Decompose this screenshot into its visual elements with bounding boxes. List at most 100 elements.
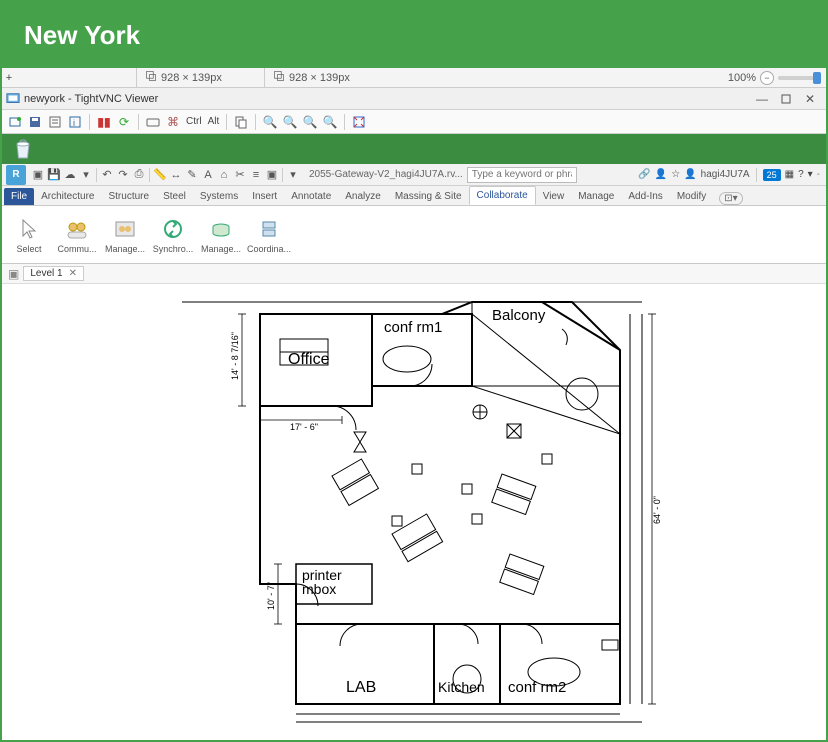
- search-input[interactable]: [467, 167, 577, 183]
- tab-addins[interactable]: Add-Ins: [621, 188, 669, 205]
- text-icon[interactable]: A: [200, 167, 216, 183]
- username-label: hagi4JU7A: [701, 169, 750, 180]
- room-label-office: Office: [288, 351, 330, 368]
- dim-left-2: 10' - 7": [266, 582, 276, 610]
- tab-analyze[interactable]: Analyze: [338, 188, 388, 205]
- tab-insert[interactable]: Insert: [245, 188, 284, 205]
- tab-architecture[interactable]: Architecture: [34, 188, 101, 205]
- help-icon[interactable]: ?: [798, 169, 804, 180]
- banner-title: New York: [24, 20, 140, 51]
- zoom-slider[interactable]: [778, 76, 818, 80]
- dimension-icon[interactable]: ↔: [168, 167, 184, 183]
- zoom-100-icon[interactable]: 🔍: [301, 113, 319, 131]
- thin-lines-icon[interactable]: ≡: [248, 167, 264, 183]
- tab-manage[interactable]: Manage: [571, 188, 621, 205]
- recycle-bin-icon[interactable]: [12, 138, 34, 160]
- save-icon[interactable]: [26, 113, 44, 131]
- tab-steel[interactable]: Steel: [156, 188, 193, 205]
- redo-icon[interactable]: ↷: [115, 167, 131, 183]
- room-label-kitchen: Kitchen: [438, 679, 485, 695]
- tab-structure[interactable]: Structure: [101, 188, 156, 205]
- room-label-printer: printermbox: [302, 567, 342, 597]
- app-switcher-icon[interactable]: ▦: [785, 169, 794, 180]
- switch-windows-icon[interactable]: ▾: [285, 167, 301, 183]
- zoom-in-icon[interactable]: 🔍: [261, 113, 279, 131]
- zoom-fit-icon[interactable]: 🔍: [321, 113, 339, 131]
- cursor-icon: [16, 216, 42, 242]
- sync-icon[interactable]: ☁: [62, 167, 78, 183]
- open-icon[interactable]: ▣: [30, 167, 46, 183]
- select-button[interactable]: Select: [6, 208, 52, 261]
- dim-right: 64' - 0": [652, 496, 662, 524]
- dim-readout-1: 928 × 139px: [136, 68, 264, 87]
- coordinate-button[interactable]: Coordina...: [246, 208, 292, 261]
- manage-models-button[interactable]: Manage...: [198, 208, 244, 261]
- document-name: 2055-Gateway-V2_hagi4JU7A.rv...: [309, 169, 463, 180]
- ribbon-minimize-toggle[interactable]: ⊡▾: [719, 192, 742, 205]
- send-keys-icon[interactable]: ⌘: [164, 113, 182, 131]
- dim-readout-2: 928 × 139px: [264, 68, 392, 87]
- ctrl-key-label[interactable]: Ctrl: [184, 116, 204, 127]
- notification-badge[interactable]: 25: [763, 169, 781, 181]
- room-label-lab: LAB: [346, 679, 376, 696]
- sync-icon: [160, 216, 186, 242]
- save-icon[interactable]: 💾: [46, 167, 62, 183]
- vnc-app-icon: [6, 92, 20, 106]
- close-hidden-icon[interactable]: ▣: [264, 167, 280, 183]
- window-minimize-button[interactable]: —: [750, 90, 774, 108]
- search-go-icon[interactable]: 🔗: [638, 169, 650, 180]
- room-label-balcony: Balcony: [492, 307, 546, 324]
- default3d-icon[interactable]: ⌂: [216, 167, 232, 183]
- tab-collaborate[interactable]: Collaborate: [469, 186, 536, 205]
- tab-systems[interactable]: Systems: [193, 188, 245, 205]
- refresh-icon[interactable]: ⟳: [115, 113, 133, 131]
- transfer-icon[interactable]: [232, 113, 250, 131]
- window-maximize-button[interactable]: [774, 90, 798, 108]
- zoom-slider-thumb[interactable]: [813, 72, 821, 84]
- new-connection-icon[interactable]: [6, 113, 24, 131]
- info-icon[interactable]: i: [66, 113, 84, 131]
- svg-text:i: i: [73, 118, 75, 128]
- tag-icon[interactable]: ✎: [184, 167, 200, 183]
- tab-modify[interactable]: Modify: [670, 188, 713, 205]
- alt-key-label[interactable]: Alt: [206, 116, 222, 127]
- manage-collaboration-button[interactable]: Manage...: [102, 208, 148, 261]
- tab-file[interactable]: File: [4, 188, 34, 205]
- measure-icon[interactable]: 📏: [152, 167, 168, 183]
- options-icon[interactable]: [46, 113, 64, 131]
- undo-icon[interactable]: ↶: [99, 167, 115, 183]
- zoom-out-icon[interactable]: 🔍: [281, 113, 299, 131]
- drawing-canvas[interactable]: Office conf rm1 Balcony printermbox LAB …: [2, 284, 826, 737]
- chevron-icon[interactable]: ▾: [808, 169, 813, 180]
- document-tab-bar: ▣ Level 1 ✕: [2, 264, 826, 284]
- crop-icon: [145, 70, 157, 85]
- manage-models-icon: [208, 216, 234, 242]
- dropdown-icon[interactable]: ▾: [78, 167, 94, 183]
- fullscreen-icon[interactable]: [350, 113, 368, 131]
- tab-annotate[interactable]: Annotate: [284, 188, 338, 205]
- print-icon[interactable]: ⎙: [131, 167, 147, 183]
- favorite-icon[interactable]: ☆: [671, 169, 680, 180]
- tab-view[interactable]: View: [536, 188, 572, 205]
- document-tab-label: Level 1: [30, 268, 62, 279]
- revit-logo-icon[interactable]: R: [6, 165, 26, 185]
- add-icon[interactable]: +: [2, 72, 16, 84]
- dim-left-1: 14' - 8 7/16": [230, 332, 240, 380]
- communicate-icon: [64, 216, 90, 242]
- zoom-control: 100% −: [728, 71, 826, 85]
- zoom-out-button[interactable]: −: [760, 71, 774, 85]
- synchronize-button[interactable]: Synchro...: [150, 208, 196, 261]
- communicate-button[interactable]: Commu...: [54, 208, 100, 261]
- dim-text-1: 928 × 139px: [161, 72, 222, 84]
- section-icon[interactable]: ✂: [232, 167, 248, 183]
- document-tab-level1[interactable]: Level 1 ✕: [23, 266, 84, 281]
- close-tab-icon[interactable]: ✕: [69, 268, 77, 279]
- dim-zoom-bar: + 928 × 139px 928 × 139px 100% −: [2, 68, 826, 88]
- user-profile-icon[interactable]: 👤: [684, 169, 696, 180]
- tab-massing-site[interactable]: Massing & Site: [388, 188, 469, 205]
- crop-icon: [273, 70, 285, 85]
- pause-icon[interactable]: ▮▮: [95, 113, 113, 131]
- window-close-button[interactable]: ✕: [798, 90, 822, 108]
- ctrl-alt-del-icon[interactable]: [144, 113, 162, 131]
- signin-icon[interactable]: 👤: [655, 169, 667, 180]
